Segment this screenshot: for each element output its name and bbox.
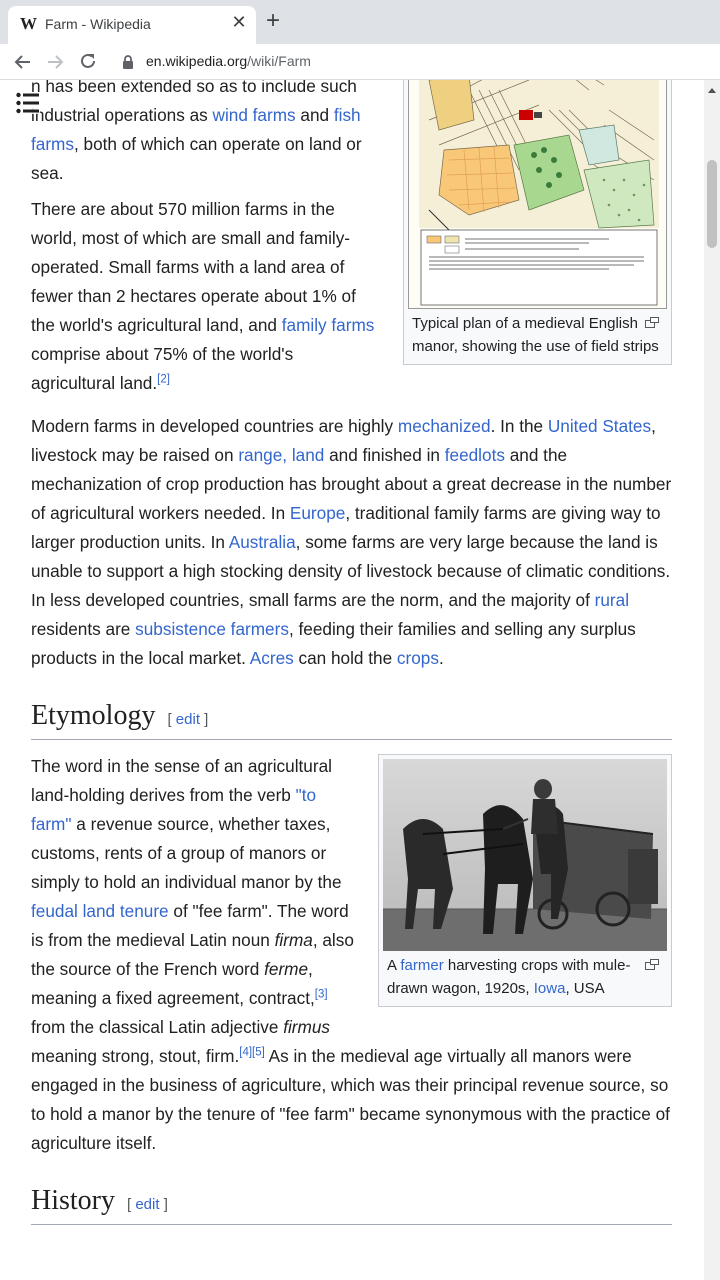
browser-tab[interactable]: W Farm - Wikipedia ✕ — [8, 6, 256, 44]
figure-caption: A farmer harvesting crops with mule-draw… — [383, 951, 667, 1002]
text: , USA — [565, 979, 605, 997]
heading-text: Etymology — [31, 700, 156, 731]
text: The word in the sense of an agricultural… — [31, 756, 332, 805]
text: comprise about 75% of the world's agricu… — [31, 344, 294, 393]
wikipedia-favicon-icon: W — [20, 14, 37, 33]
enlarge-icon[interactable] — [645, 317, 659, 328]
tab-strip: W Farm - Wikipedia ✕ + — [0, 0, 720, 44]
text: . In the — [490, 416, 548, 436]
page-scrollbar[interactable] — [704, 80, 720, 1280]
reference-3[interactable]: [3] — [315, 988, 328, 1001]
figure-manor-plan: Typical plan of a medieval English manor… — [403, 80, 672, 365]
italic-term: firma — [274, 930, 313, 950]
text: n has been extended so as to include — [31, 80, 321, 96]
farmer-photo[interactable] — [383, 759, 667, 951]
bracket: ] — [199, 711, 209, 728]
edit-link[interactable]: edit — [135, 1196, 159, 1213]
back-arrow-icon[interactable] — [14, 53, 32, 71]
text: a revenue source, whether taxes, customs… — [31, 814, 342, 892]
link-europe[interactable]: Europe — [290, 503, 345, 523]
link-range-land[interactable]: range, land — [238, 445, 324, 465]
link-feedlots[interactable]: feedlots — [445, 445, 505, 465]
link-australia[interactable]: Australia — [229, 532, 296, 552]
italic-term: firmus — [283, 1017, 330, 1037]
enlarge-icon[interactable] — [645, 959, 659, 970]
edit-link[interactable]: edit — [176, 711, 200, 728]
scroll-up-arrow-icon[interactable] — [708, 88, 716, 93]
link-mechanized[interactable]: mechanized — [398, 416, 491, 436]
link-feudal-land-tenure[interactable]: feudal land tenure — [31, 901, 169, 921]
text: and — [295, 105, 334, 125]
farmer-wagon-photo — [383, 759, 667, 951]
reload-icon[interactable] — [79, 52, 97, 70]
text: A — [387, 957, 401, 974]
text: from the classical Latin adjective — [31, 1017, 284, 1037]
link-subsistence-farmers[interactable]: subsistence farmers — [135, 619, 289, 639]
lock-icon[interactable] — [122, 55, 134, 69]
table-of-contents-icon[interactable] — [16, 92, 40, 114]
link-wind-farms[interactable]: wind farms — [213, 105, 296, 125]
text: . — [438, 648, 444, 668]
manor-caption-text: Typical plan of a medieval English manor… — [412, 315, 659, 355]
section-heading-history: History [ edit ] — [31, 1184, 672, 1225]
paragraph-modern-farms: Modern farms in developed countries are … — [31, 412, 672, 673]
section-heading-etymology: Etymology [ edit ] — [31, 699, 672, 740]
text: and finished in — [324, 445, 445, 465]
manor-plan-image[interactable] — [408, 80, 667, 309]
text: meaning strong, stout, firm. — [31, 1046, 240, 1066]
reference-2[interactable]: [2] — [157, 373, 170, 386]
link-farmer[interactable]: farmer — [400, 957, 443, 974]
link-acres[interactable]: Acres — [250, 648, 294, 668]
reference-4[interactable]: [4] — [239, 1046, 252, 1059]
figure-caption: Typical plan of a medieval English manor… — [408, 309, 667, 360]
text: can hold the — [293, 648, 397, 668]
close-tab-icon[interactable]: ✕ — [228, 12, 250, 33]
address-bar[interactable]: en.wikipedia.org/wiki/Farm — [146, 53, 311, 69]
new-tab-icon[interactable]: + — [266, 9, 280, 33]
bracket: ] — [159, 1196, 168, 1213]
italic-term: ferme — [264, 959, 309, 979]
scrollbar-thumb[interactable] — [707, 160, 717, 248]
figure-farmer-wagon: A farmer harvesting crops with mule-draw… — [378, 754, 672, 1007]
manor-map-illustration — [409, 80, 666, 308]
forward-arrow-icon[interactable] — [46, 53, 64, 71]
heading-text: History — [31, 1185, 115, 1216]
browser-toolbar: en.wikipedia.org/wiki/Farm — [0, 44, 720, 80]
url-host: en.wikipedia.org — [146, 53, 248, 69]
tab-title: Farm - Wikipedia — [45, 16, 151, 32]
text: residents are — [31, 619, 136, 639]
link-united-states[interactable]: United States — [548, 416, 651, 436]
link-crops[interactable]: crops — [397, 648, 439, 668]
link-iowa[interactable]: Iowa — [534, 980, 566, 997]
edit-section-etymology: [ edit ] — [167, 711, 208, 728]
reference-5[interactable]: [5] — [252, 1046, 265, 1059]
page-viewport: Typical plan of a medieval English manor… — [0, 80, 720, 1280]
link-rural[interactable]: rural — [595, 590, 629, 610]
text: Modern farms in developed countries are … — [31, 416, 398, 436]
link-family-farms[interactable]: family farms — [282, 315, 375, 335]
url-path: /wiki/Farm — [247, 53, 311, 69]
edit-section-history: [ edit ] — [127, 1196, 168, 1213]
text: , both of which can operate on land or s… — [31, 134, 362, 183]
article-body: Typical plan of a medieval English manor… — [31, 80, 672, 1237]
bracket: [ — [167, 711, 176, 728]
